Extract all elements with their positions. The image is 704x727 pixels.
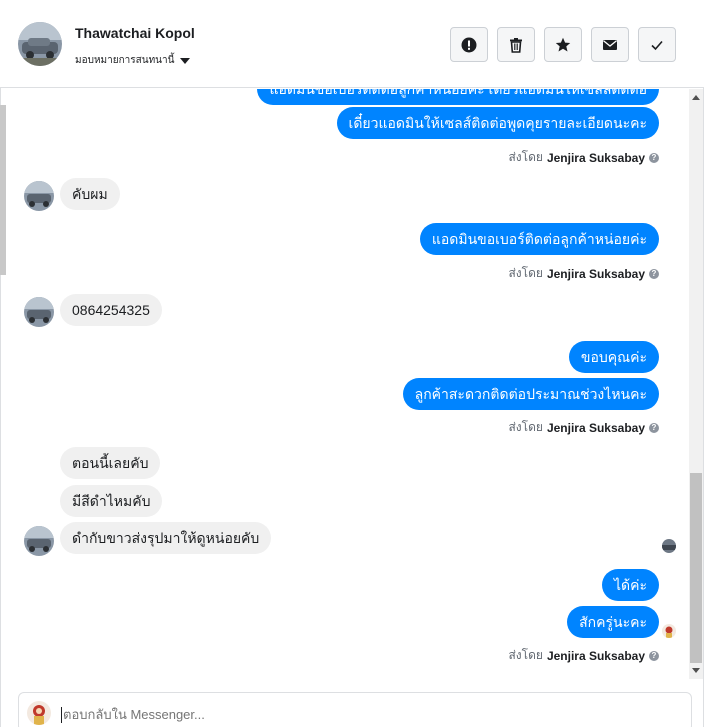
scrollbar-thumb[interactable] — [690, 473, 702, 663]
contact-avatar[interactable] — [18, 22, 62, 66]
message-thread: แอดมินขอเบอร์ติดต่อลูกค้าหน่อยค่ะ เดี๋ยว… — [8, 89, 688, 679]
message-incoming: 0864254325 — [60, 294, 162, 326]
report-icon — [461, 37, 477, 52]
message-outgoing: แอดมินขอเบอร์ติดต่อลูกค้าหน่อยค่ะ — [419, 223, 659, 255]
mark-unread-button[interactable] — [591, 27, 629, 62]
message-incoming: มีสีดำไหมคับ — [60, 485, 163, 517]
assign-label: มอบหมายการสนทนานี้ — [75, 55, 175, 66]
contact-name[interactable]: Thawatchai Kopol — [75, 25, 195, 41]
info-icon[interactable]: ? — [649, 650, 659, 661]
check-icon — [651, 40, 663, 50]
info-icon[interactable]: ? — [649, 268, 659, 279]
sent-by-label: ส่งโดย Jenjira Suksabay ? — [508, 148, 659, 167]
agent-avatar — [27, 701, 51, 725]
message-incoming: ตอนนี้เลยคับ — [60, 447, 161, 479]
left-panel-scrollbar[interactable] — [0, 105, 6, 275]
envelope-icon — [603, 39, 617, 50]
message-incoming: คับผม — [60, 178, 120, 210]
info-icon[interactable]: ? — [649, 422, 659, 433]
message-outgoing: สักครู่นะคะ — [567, 606, 659, 638]
seen-avatar — [662, 539, 676, 553]
mark-done-button[interactable] — [638, 27, 676, 62]
sent-by-label: ส่งโดย Jenjira Suksabay ? — [508, 264, 659, 283]
scroll-down-arrow[interactable] — [692, 668, 700, 673]
sent-by-label: ส่งโดย Jenjira Suksabay ? — [508, 418, 659, 437]
thread-scrollbar[interactable] — [689, 89, 703, 679]
contact-avatar-small — [24, 526, 54, 556]
message-incoming: ดำกับขาวส่งรุปมาให้ดูหน่อยคับ — [60, 522, 272, 554]
contact-avatar-small — [24, 181, 54, 211]
message-outgoing: ขอบคุณค่ะ — [568, 341, 659, 373]
message-outgoing: แอดมินขอเบอร์ติดต่อลูกค้าหน่อยค่ะ เดี๋ยว… — [257, 89, 659, 105]
caret-down-icon — [180, 57, 191, 64]
contact-avatar-small — [24, 297, 54, 327]
assign-conversation-dropdown[interactable]: มอบหมายการสนทนานี้ — [75, 53, 191, 68]
message-outgoing: ลูกค้าสะดวกติดต่อประมาณช่วงไหนคะ — [402, 378, 659, 410]
message-outgoing: เดี๋ยวแอดมินให้เซลส์ติดต่อพูดคุยรายละเอี… — [336, 107, 659, 139]
star-icon — [555, 37, 571, 51]
agent-seen-avatar — [662, 624, 676, 638]
message-outgoing: ได้ค่ะ — [601, 569, 659, 601]
text-cursor — [61, 707, 62, 723]
scroll-up-arrow[interactable] — [692, 95, 700, 100]
conversation-header: Thawatchai Kopol มอบหมายการสนทนานี้ — [0, 0, 704, 88]
delete-button[interactable] — [497, 27, 535, 62]
star-button[interactable] — [544, 27, 582, 62]
trash-icon — [510, 37, 522, 53]
reply-input[interactable] — [63, 707, 663, 722]
header-actions — [450, 27, 676, 62]
sent-by-label: ส่งโดย Jenjira Suksabay ? — [508, 646, 659, 665]
info-icon[interactable]: ? — [649, 152, 659, 163]
reply-composer — [18, 692, 692, 727]
report-button[interactable] — [450, 27, 488, 62]
